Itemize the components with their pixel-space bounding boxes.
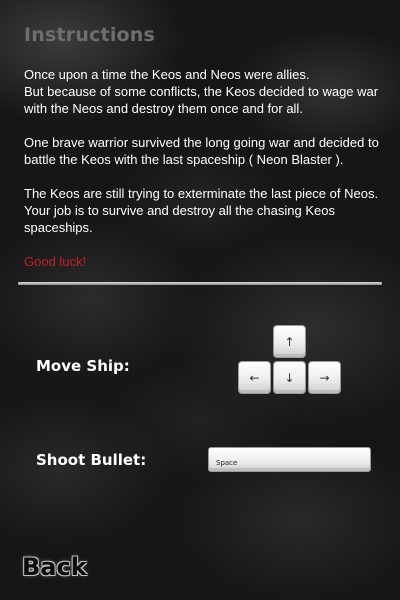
story-line: The Keos are still trying to exterminate… xyxy=(24,186,379,201)
good-luck-text: Good luck! xyxy=(24,254,87,269)
arrow-up-key-icon: ↑ xyxy=(273,325,306,358)
story-line: Your job is to survive and destroy all t… xyxy=(24,203,335,235)
page-title: Instructions xyxy=(24,24,156,46)
story-line: But because of some conflicts, the Keos … xyxy=(24,84,379,116)
shoot-bullet-label: Shoot Bullet: xyxy=(36,451,147,469)
space-key-icon: Space xyxy=(208,447,371,472)
story-paragraph-3: The Keos are still trying to exterminate… xyxy=(24,185,386,236)
arrow-left-key-icon: ← xyxy=(238,361,271,394)
divider xyxy=(18,282,382,285)
instructions-text: Once upon a time the Keos and Neos were … xyxy=(24,66,386,287)
move-ship-label: Move Ship: xyxy=(36,357,130,375)
story-paragraph-2: One brave warrior survived the long goin… xyxy=(24,135,379,167)
arrow-right-key-icon: → xyxy=(308,361,341,394)
arrow-down-key-icon: ↓ xyxy=(273,361,306,394)
story-line: Once upon a time the Keos and Neos were … xyxy=(24,67,310,82)
story-paragraph-1: Once upon a time the Keos and Neos were … xyxy=(24,66,386,117)
back-button[interactable]: Back xyxy=(22,553,87,581)
